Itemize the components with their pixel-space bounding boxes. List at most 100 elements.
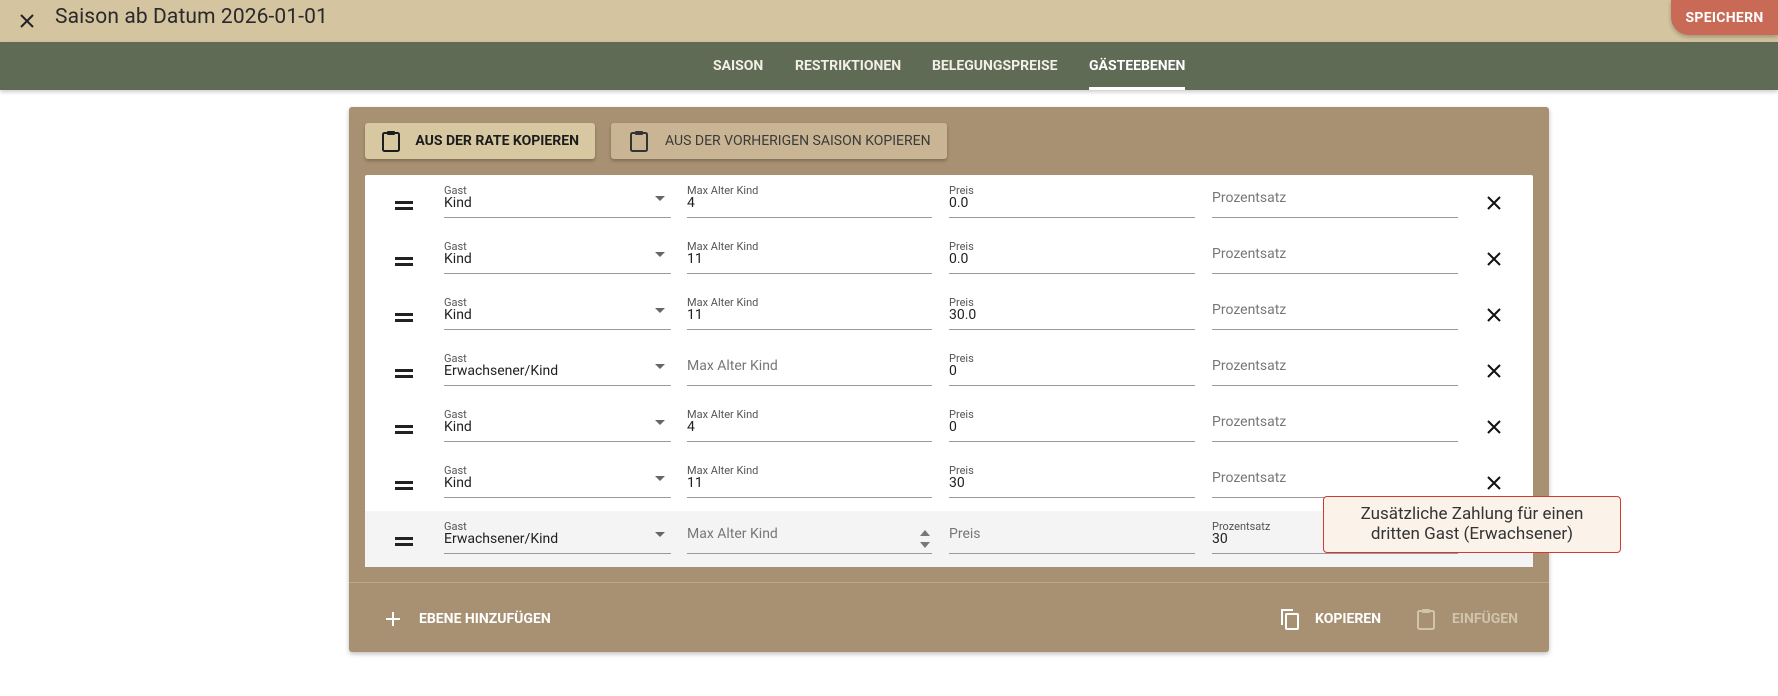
- guest-type-select[interactable]: Gast Kind: [444, 184, 671, 218]
- tab-belegungspreise[interactable]: BELEGUNGSPREISE: [932, 42, 1058, 90]
- copy-button[interactable]: KOPIEREN: [1277, 601, 1381, 637]
- tab-saison[interactable]: SAISON: [713, 42, 763, 90]
- close-icon: [1487, 364, 1501, 378]
- max-child-age-value: 4: [687, 195, 695, 211]
- percentage-field[interactable]: Prozentsatz: [1212, 352, 1458, 386]
- drag-handle-icon[interactable]: [395, 257, 413, 267]
- price-value: 0: [949, 419, 957, 435]
- price-value: 30.0: [949, 307, 977, 323]
- tabs-bar: SAISON RESTRIKTIONEN BELEGUNGSPREISE GÄS…: [0, 42, 1778, 90]
- drag-handle-icon[interactable]: [395, 313, 413, 323]
- max-child-age-placeholder: Max Alter Kind: [687, 526, 778, 542]
- drag-handle-icon[interactable]: [395, 201, 413, 211]
- max-child-age-field[interactable]: Max Alter Kind 11: [687, 296, 932, 330]
- price-field[interactable]: Preis 0: [949, 352, 1195, 386]
- number-spinner-icon[interactable]: [920, 530, 930, 552]
- guest-level-row: Gast Kind Max Alter Kind 4 Preis 0.0 Pro…: [365, 175, 1533, 231]
- drag-handle-icon[interactable]: [395, 481, 413, 491]
- add-level-label: EBENE HINZUFÜGEN: [419, 611, 551, 627]
- dropdown-caret-icon: [655, 364, 665, 369]
- delete-row-button[interactable]: [1482, 359, 1506, 383]
- dropdown-caret-icon: [655, 420, 665, 425]
- plus-icon: [381, 607, 405, 631]
- tab-restriktionen[interactable]: RESTRIKTIONEN: [795, 42, 901, 90]
- percentage-placeholder: Prozentsatz: [1212, 302, 1287, 318]
- copy-from-previous-season-label: AUS DER VORHERIGEN SAISON KOPIEREN: [665, 133, 931, 149]
- price-field[interactable]: Preis: [949, 520, 1195, 554]
- tab-gaesteebenen[interactable]: GÄSTEEBENEN: [1089, 42, 1186, 90]
- max-child-age-field[interactable]: Max Alter Kind 4: [687, 184, 932, 218]
- guest-type-select[interactable]: Gast Kind: [444, 408, 671, 442]
- price-field[interactable]: Preis 0.0: [949, 184, 1195, 218]
- copy-from-previous-season-button[interactable]: AUS DER VORHERIGEN SAISON KOPIEREN: [611, 123, 947, 159]
- copy-from-rate-button[interactable]: AUS DER RATE KOPIEREN: [365, 123, 595, 159]
- copy-from-rate-label: AUS DER RATE KOPIEREN: [415, 133, 579, 149]
- percentage-field[interactable]: Prozentsatz: [1212, 184, 1458, 218]
- guest-type-value: Kind: [444, 307, 472, 323]
- drag-handle-icon[interactable]: [395, 425, 413, 435]
- guest-level-row: Gast Kind Max Alter Kind 4 Preis 0 Proze…: [365, 399, 1533, 455]
- drag-handle-icon[interactable]: [395, 369, 413, 379]
- max-child-age-value: 11: [687, 475, 703, 491]
- save-button[interactable]: SPEICHERN: [1671, 0, 1778, 35]
- max-child-age-field[interactable]: Max Alter Kind: [687, 520, 932, 554]
- max-child-age-value: 11: [687, 307, 703, 323]
- max-child-age-field[interactable]: Max Alter Kind 4: [687, 408, 932, 442]
- guest-type-value: Kind: [444, 475, 472, 491]
- percentage-placeholder: Prozentsatz: [1212, 190, 1287, 206]
- guest-type-select[interactable]: Gast Kind: [444, 296, 671, 330]
- guest-type-value: Kind: [444, 195, 472, 211]
- dropdown-caret-icon: [655, 252, 665, 257]
- paste-label: EINFÜGEN: [1452, 611, 1519, 627]
- close-icon: [1487, 420, 1501, 434]
- price-value: 30: [949, 475, 965, 491]
- copy-label: KOPIEREN: [1315, 611, 1382, 627]
- price-field[interactable]: Preis 30.0: [949, 296, 1195, 330]
- delete-row-button[interactable]: [1482, 191, 1506, 215]
- guest-level-row: Gast Erwachsener/Kind Max Alter Kind Pre…: [365, 343, 1533, 399]
- guest-levels-card: AUS DER RATE KOPIEREN AUS DER VORHERIGEN…: [349, 107, 1549, 652]
- price-field[interactable]: Preis 0: [949, 408, 1195, 442]
- price-field[interactable]: Preis 0.0: [949, 240, 1195, 274]
- close-icon: [1487, 252, 1501, 266]
- price-value: 0: [949, 363, 957, 379]
- close-icon: [1487, 476, 1501, 490]
- guest-type-value: Kind: [444, 419, 472, 435]
- guest-type-select[interactable]: Gast Kind: [444, 464, 671, 498]
- paste-button[interactable]: EINFÜGEN: [1414, 601, 1518, 637]
- percentage-field[interactable]: Prozentsatz: [1212, 240, 1458, 274]
- percentage-placeholder: Prozentsatz: [1212, 414, 1287, 430]
- guest-type-select[interactable]: Gast Kind: [444, 240, 671, 274]
- percentage-field[interactable]: Prozentsatz: [1212, 408, 1458, 442]
- footer-divider: [349, 582, 1549, 583]
- page-title: Saison ab Datum 2026-01-01: [55, 5, 328, 29]
- guest-type-select[interactable]: Gast Erwachsener/Kind: [444, 520, 671, 554]
- tooltip-line-1: Zusätzliche Zahlung für einen: [1360, 504, 1584, 524]
- guest-level-row: Gast Kind Max Alter Kind 11 Preis 0.0 Pr…: [365, 231, 1533, 287]
- percentage-placeholder: Prozentsatz: [1212, 358, 1287, 374]
- max-child-age-field[interactable]: Max Alter Kind: [687, 352, 932, 386]
- guest-type-value: Erwachsener/Kind: [444, 363, 559, 379]
- delete-row-button[interactable]: [1482, 303, 1506, 327]
- guest-level-row: Gast Kind Max Alter Kind 11 Preis 30.0 P…: [365, 287, 1533, 343]
- max-child-age-field[interactable]: Max Alter Kind 11: [687, 464, 932, 498]
- dropdown-caret-icon: [655, 308, 665, 313]
- add-level-button[interactable]: EBENE HINZUFÜGEN: [381, 601, 551, 637]
- max-child-age-label: Max Alter Kind: [687, 184, 759, 197]
- delete-row-button[interactable]: [1482, 415, 1506, 439]
- drag-handle-icon[interactable]: [395, 537, 413, 547]
- price-placeholder: Preis: [949, 526, 981, 542]
- percentage-field[interactable]: Prozentsatz: [1212, 296, 1458, 330]
- copy-icon: [1277, 607, 1301, 631]
- price-value: 0.0: [949, 195, 969, 211]
- delete-row-button[interactable]: [1482, 471, 1506, 495]
- delete-row-button[interactable]: [1482, 247, 1506, 271]
- percentage-field[interactable]: Prozentsatz: [1212, 464, 1458, 498]
- clipboard-icon: [1414, 607, 1438, 631]
- max-child-age-field[interactable]: Max Alter Kind 11: [687, 240, 932, 274]
- close-button[interactable]: [12, 6, 42, 36]
- top-header: Saison ab Datum 2026-01-01: [0, 0, 1778, 42]
- price-field[interactable]: Preis 30: [949, 464, 1195, 498]
- guest-type-select[interactable]: Gast Erwachsener/Kind: [444, 352, 671, 386]
- close-icon: [1487, 308, 1501, 322]
